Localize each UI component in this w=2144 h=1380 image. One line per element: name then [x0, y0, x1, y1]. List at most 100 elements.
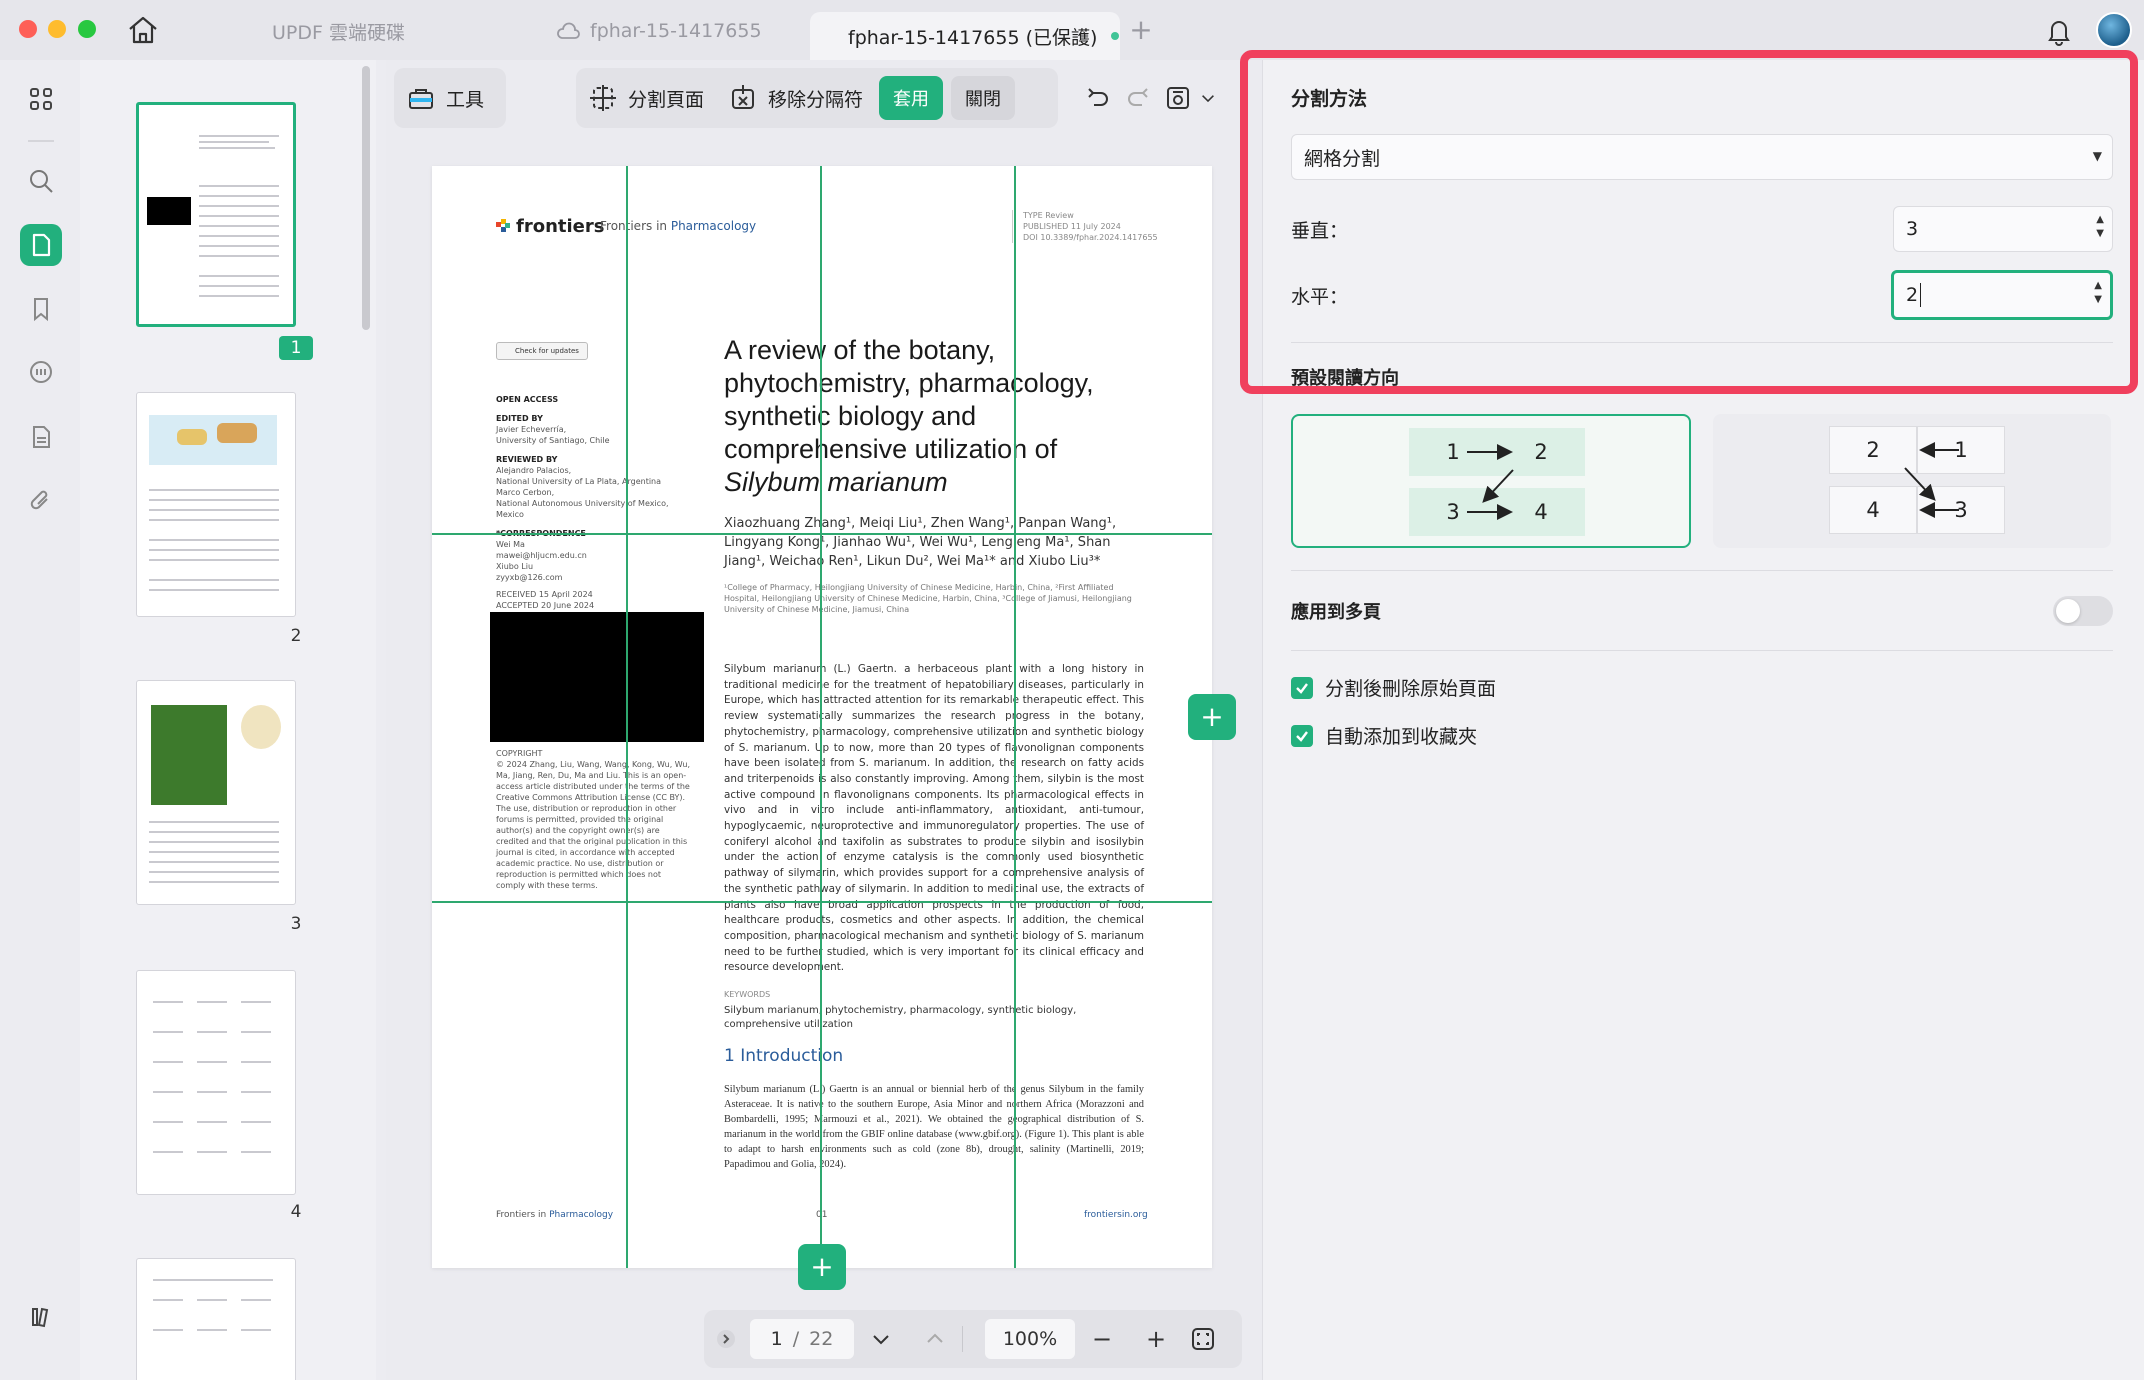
- thumbnail-label: 2: [290, 626, 302, 646]
- thumbnail-page-5[interactable]: [136, 1258, 296, 1380]
- split-line-horizontal[interactable]: [432, 533, 1212, 535]
- horizontal-stepper[interactable]: 2 ▲ ▼: [1891, 270, 2113, 320]
- bell-icon[interactable]: [2045, 16, 2073, 46]
- previous-page-button[interactable]: [908, 1328, 962, 1350]
- chevron-down-icon: [873, 1335, 889, 1345]
- panel-divider: [1291, 570, 2113, 571]
- thumbnail-page-2[interactable]: [136, 392, 296, 617]
- tab-cloud-drive[interactable]: UPDF 雲端硬碟: [272, 12, 405, 50]
- intro-text: Silybum marianum (L.) Gaertn is an annua…: [724, 1084, 1144, 1170]
- library-icon[interactable]: [20, 1296, 62, 1338]
- thumbnail-page-1[interactable]: [136, 102, 296, 327]
- expand-nav-icon[interactable]: [714, 1329, 738, 1349]
- split-line-vertical[interactable]: [820, 166, 822, 1268]
- keywords-heading: KEYWORDS: [724, 990, 771, 999]
- add-bookmark-checkbox[interactable]: [1291, 724, 1313, 747]
- zoom-out-button[interactable]: −: [1075, 1325, 1129, 1353]
- form-icon[interactable]: [20, 416, 62, 458]
- attachment-icon[interactable]: [20, 480, 62, 522]
- reading-order-heading: 預設閱讀方向: [1291, 368, 1399, 389]
- apply-multiple-label: 應用到多頁: [1291, 602, 1381, 623]
- history-group: [1078, 68, 1248, 128]
- apply-multiple-toggle[interactable]: [2053, 596, 2113, 626]
- article-abstract: Silybum marianum (L.) Gaertn. a herbaceo…: [724, 663, 1144, 974]
- check-icon: [1296, 730, 1308, 742]
- minimize-window-button[interactable]: [48, 20, 66, 38]
- split-page-label: 分割頁面: [628, 88, 705, 111]
- vertical-label: 垂直：: [1291, 220, 1349, 242]
- split-page-button[interactable]: 分割頁面: [576, 68, 716, 128]
- close-button[interactable]: 關閉: [951, 76, 1016, 120]
- page-tools-icon[interactable]: [20, 224, 62, 266]
- panel-divider: [1291, 650, 2113, 651]
- close-window-button[interactable]: [19, 20, 37, 38]
- chevron-up-icon: [927, 1333, 943, 1343]
- undo-icon[interactable]: [1078, 76, 1118, 120]
- split-method-select[interactable]: 網格分割 ▼: [1291, 134, 2113, 180]
- comment-icon[interactable]: [20, 352, 62, 394]
- delete-original-label: 分割後刪除原始頁面: [1325, 678, 1497, 700]
- remove-separator-button[interactable]: 移除分隔符: [716, 68, 875, 128]
- document-page: frontiers Frontiers in Pharmacology TYPE…: [432, 166, 1212, 1268]
- redacted-block: [490, 612, 704, 742]
- article-authors: Xiaozhuang Zhang¹, Meiqi Liu¹, Zhen Wang…: [724, 516, 1117, 569]
- grid-icon[interactable]: [20, 78, 62, 120]
- horizontal-value: 2: [1906, 284, 1919, 306]
- tools-label: 工具: [446, 88, 485, 111]
- maximize-window-button[interactable]: [78, 20, 96, 38]
- zoom-in-button[interactable]: +: [1129, 1325, 1183, 1353]
- redo-icon[interactable]: [1118, 76, 1158, 120]
- tab-document[interactable]: fphar-15-1417655: [556, 12, 762, 50]
- search-icon[interactable]: [20, 160, 62, 202]
- split-line-horizontal[interactable]: [432, 901, 1212, 903]
- delete-original-option[interactable]: 分割後刪除原始頁面: [1291, 674, 1496, 701]
- split-line-vertical[interactable]: [1014, 166, 1016, 1268]
- thumbnail-label: 3: [290, 914, 302, 934]
- split-line-vertical[interactable]: [626, 166, 628, 1268]
- thumbnail-page-4[interactable]: [136, 970, 296, 1195]
- zoom-level[interactable]: 100%: [985, 1319, 1075, 1359]
- save-icon[interactable]: [1158, 76, 1198, 120]
- stepper-arrows-icon[interactable]: ▲ ▼: [2094, 279, 2102, 307]
- add-vertical-split-button[interactable]: +: [1188, 694, 1236, 740]
- add-bookmark-label: 自動添加到收藏夾: [1325, 726, 1478, 748]
- panel-divider: [1291, 342, 2113, 343]
- apply-button[interactable]: 套用: [879, 76, 944, 120]
- chevron-down-icon[interactable]: [1198, 76, 1218, 120]
- thumbnail-panel: 1 2 3 4: [80, 60, 376, 1380]
- add-horizontal-split-button[interactable]: +: [798, 1244, 846, 1290]
- thumbnail-scrollbar[interactable]: [362, 66, 370, 330]
- next-page-button[interactable]: [854, 1328, 908, 1350]
- unsaved-dot: [1111, 32, 1120, 40]
- stepper-arrows-icon[interactable]: ▲ ▼: [2096, 213, 2104, 241]
- article-title: A review of the botany, phytochemistry, …: [724, 335, 1094, 497]
- article-meta: TYPE Review PUBLISHED 11 July 2024 DOI 1…: [1012, 210, 1158, 243]
- split-settings-panel: 分割方法 網格分割 ▼ 垂直： 3 ▲ ▼ 水平： 2 ▲ ▼ 預設閱讀方向 1 2…: [1262, 60, 2144, 1380]
- tab-label: fphar-15-1417655 (已保護): [848, 26, 1098, 49]
- intro-heading: 1 Introduction: [724, 1046, 844, 1066]
- journal-logo: frontiers: [496, 216, 604, 237]
- tab-label: UPDF 雲端硬碟: [272, 21, 405, 44]
- title-bar: UPDF 雲端硬碟 fphar-15-1417655 fphar-15-1417…: [0, 0, 2144, 60]
- split-method-value: 網格分割: [1304, 147, 1381, 170]
- add-bookmark-option[interactable]: 自動添加到收藏夾: [1291, 722, 1477, 749]
- vertical-value: 3: [1906, 218, 1919, 240]
- article-affiliations: ¹College of Pharmacy, Heilongjiang Unive…: [724, 583, 1132, 614]
- vertical-stepper[interactable]: 3 ▲ ▼: [1893, 206, 2113, 252]
- bookmark-icon[interactable]: [20, 288, 62, 330]
- tab-document-protected[interactable]: fphar-15-1417655 (已保護): [810, 12, 1120, 60]
- delete-original-checkbox[interactable]: [1291, 676, 1313, 699]
- reading-order-rtl-card[interactable]: 2 1 4 3: [1713, 414, 2111, 548]
- fit-page-icon[interactable]: [1183, 1326, 1223, 1352]
- avatar[interactable]: [2096, 12, 2132, 48]
- thumbnail-page-3[interactable]: [136, 680, 296, 905]
- journal-name: Frontiers in Pharmacology: [600, 219, 757, 233]
- page-number-input[interactable]: 1/22: [750, 1319, 854, 1359]
- new-tab-button[interactable]: +: [1126, 12, 1156, 48]
- tools-button[interactable]: 工具: [394, 68, 496, 128]
- check-updates-badge[interactable]: Check for updates: [496, 342, 588, 360]
- home-icon[interactable]: [126, 14, 160, 46]
- remove-separator-label: 移除分隔符: [768, 88, 864, 111]
- thumbnail-label: 4: [290, 1202, 302, 1222]
- reading-order-ltr-card[interactable]: 1 2 3 4: [1291, 414, 1691, 548]
